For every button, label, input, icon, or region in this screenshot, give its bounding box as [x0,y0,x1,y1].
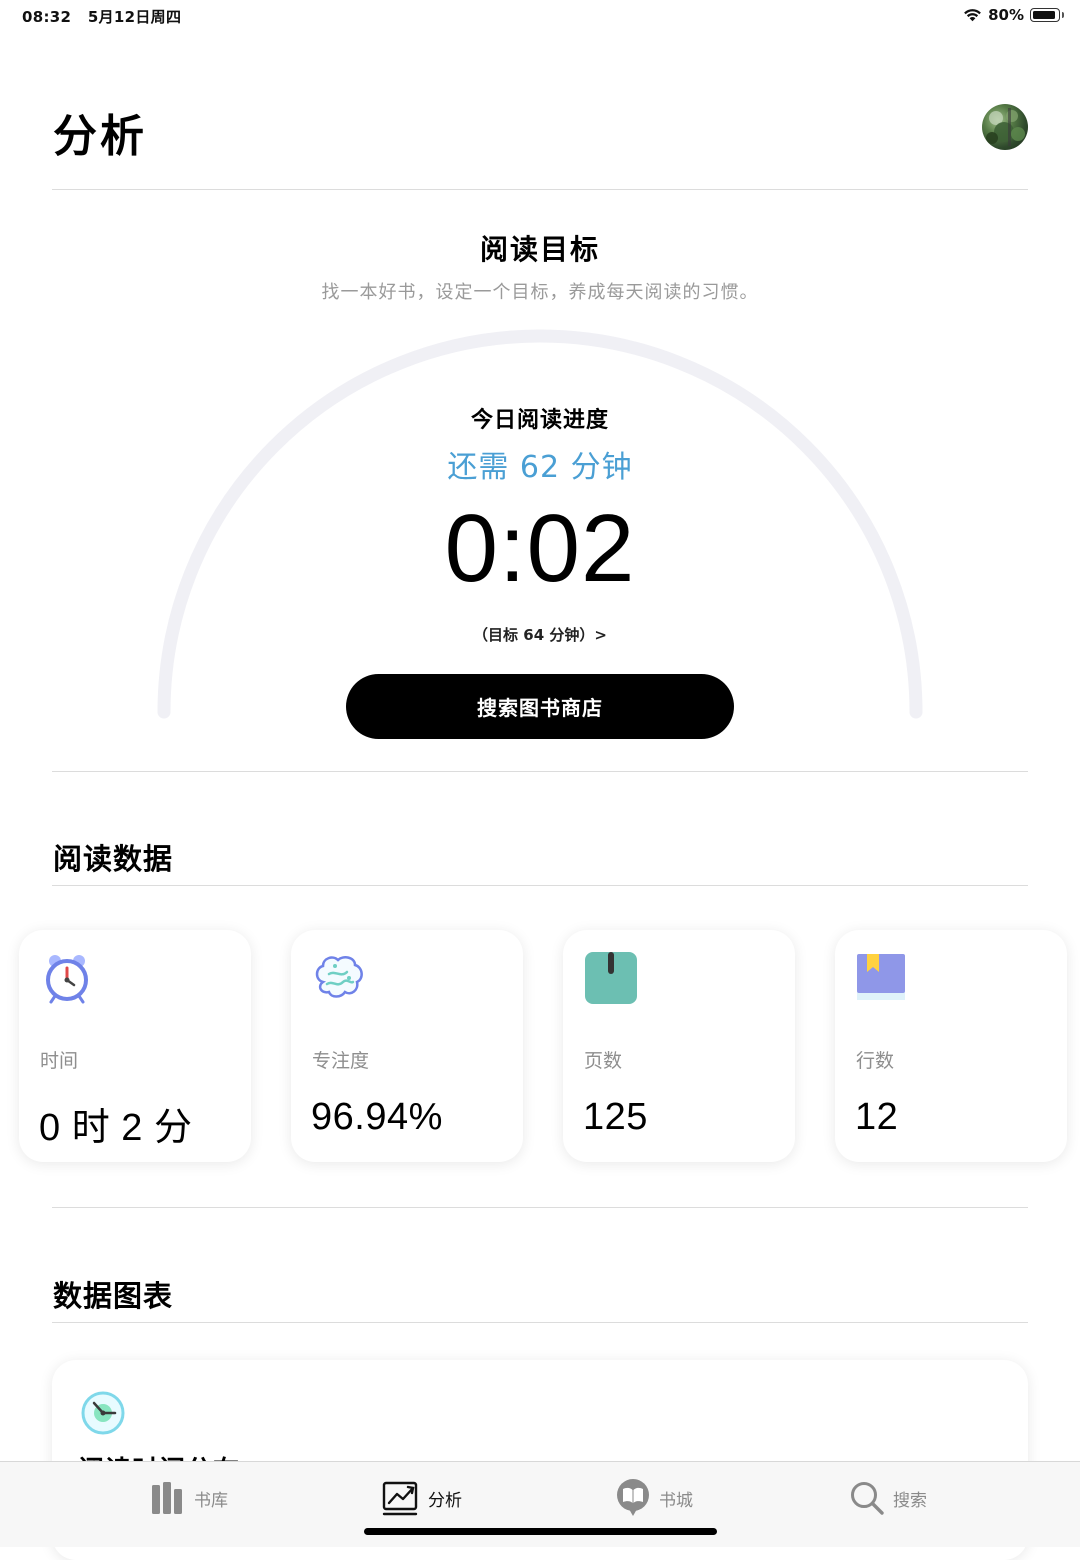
stats-divider [52,1207,1028,1208]
stat-card-lines[interactable]: 行数 12 [835,930,1067,1162]
charts-divider [52,1322,1028,1323]
search-bookstore-button[interactable]: 搜索图书商店 [346,674,734,739]
status-time: 08:32 [22,8,72,26]
wifi-icon [964,9,981,22]
status-bar-indicators: 80% [963,5,1064,25]
bookstore-icon [617,1479,649,1516]
reading-data-divider [52,885,1028,886]
stat-value: 0 时 2 分 [39,1107,193,1149]
stat-card-time[interactable]: 时间 0 时 2 分 [19,930,251,1162]
tab-search[interactable]: 搜索 [849,1478,927,1518]
tab-label: 分析 [428,1490,462,1511]
battery-percent: 80% [988,6,1024,24]
page-icon [585,952,637,1004]
goal-target-link[interactable]: （目标 64 分钟）> [0,624,1080,645]
brain-icon [315,956,363,998]
clock-icon [81,1391,125,1435]
tab-label: 搜索 [893,1490,927,1511]
status-bar-time: 08:32 5月12日周四 [22,6,181,27]
battery-icon [1030,8,1064,22]
tab-analysis[interactable]: 分析 [382,1478,462,1518]
tab-label: 书城 [659,1490,693,1511]
stat-value: 96.94% [311,1096,443,1138]
header-divider [52,189,1028,190]
tab-label: 书库 [194,1490,228,1511]
home-indicator [364,1528,717,1535]
goal-title: 阅读目标 [479,233,600,266]
bookmark-icon [857,954,905,1000]
stat-card-pages[interactable]: 页数 125 [563,930,795,1162]
avatar-image [986,108,1025,146]
reading-data-title: 阅读数据 [53,842,174,876]
avatar[interactable] [982,104,1028,150]
search-icon [851,1482,884,1515]
stat-card-focus[interactable]: 专注度 96.94% [291,930,523,1162]
stat-label: 页数 [584,1050,623,1072]
page-title: 分析 [53,111,147,162]
progress-label: 今日阅读进度 [470,408,609,433]
charts-title: 数据图表 [53,1279,174,1313]
tab-bookstore[interactable]: 书城 [615,1478,693,1518]
chart-icon [382,1481,418,1516]
library-icon [152,1482,182,1514]
tab-library[interactable]: 书库 [150,1478,228,1518]
stat-label: 行数 [856,1050,895,1072]
status-date: 5月12日周四 [87,8,182,26]
stat-label: 时间 [40,1050,79,1072]
stat-label: 专注度 [312,1050,370,1072]
alarm-clock-icon [46,955,88,1004]
stat-value: 12 [855,1096,899,1138]
stat-value: 125 [583,1096,648,1138]
remaining-time: 还需 62 分钟 [447,450,633,485]
goal-divider [52,771,1028,772]
goal-subtitle: 找一本好书，设定一个目标，养成每天阅读的习惯。 [321,282,759,303]
reading-timer: 0:02 [444,495,636,602]
